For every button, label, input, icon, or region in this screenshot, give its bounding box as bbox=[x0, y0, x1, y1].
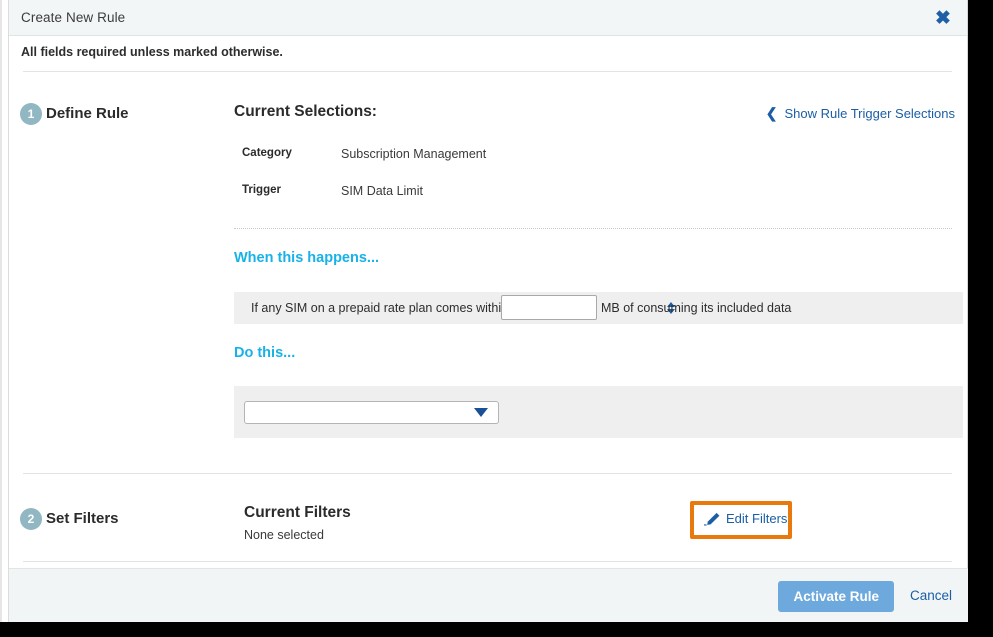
page-left-edge bbox=[0, 0, 2, 637]
screenshot-root: Create New Rule ✖ All fields required un… bbox=[0, 0, 993, 637]
edit-filters-label: Edit Filters bbox=[726, 511, 788, 526]
create-new-rule-dialog: Create New Rule ✖ All fields required un… bbox=[9, 0, 968, 622]
step-1-badge: 1 bbox=[20, 103, 42, 125]
close-icon[interactable]: ✖ bbox=[931, 6, 955, 30]
cancel-button[interactable]: Cancel bbox=[910, 588, 952, 603]
when-condition-text-suffix: MB of consuming its included data bbox=[601, 301, 792, 315]
selection-value-category: Subscription Management bbox=[341, 147, 487, 161]
action-select[interactable] bbox=[244, 401, 499, 424]
browser-right-chrome bbox=[968, 0, 993, 637]
divider-middle bbox=[23, 473, 952, 474]
divider-top bbox=[23, 71, 952, 72]
threshold-stepper[interactable] bbox=[501, 295, 675, 320]
selection-key-category: Category bbox=[242, 147, 292, 159]
activate-rule-button[interactable]: Activate Rule bbox=[778, 581, 894, 612]
selection-key-trigger: Trigger bbox=[242, 184, 281, 196]
triangle-down-icon[interactable] bbox=[474, 408, 488, 417]
when-this-happens-heading: When this happens... bbox=[234, 250, 380, 266]
edit-filters-button[interactable]: Edit Filters bbox=[704, 511, 787, 526]
chevron-left-icon: ❮ bbox=[765, 104, 778, 121]
when-condition-text-prefix: If any SIM on a prepaid rate plan comes … bbox=[251, 301, 509, 315]
dialog-footer: Activate Rule Cancel bbox=[9, 568, 968, 622]
dialog-title: Create New Rule bbox=[21, 10, 126, 25]
dialog-header: Create New Rule ✖ bbox=[9, 0, 967, 36]
pencil-icon bbox=[704, 512, 720, 525]
do-this-heading: Do this... bbox=[234, 345, 296, 361]
show-rule-trigger-selections-link[interactable]: ❮ Show Rule Trigger Selections bbox=[765, 104, 955, 122]
show-rule-trigger-selections-label: Show Rule Trigger Selections bbox=[784, 106, 955, 121]
required-fields-note: All fields required unless marked otherw… bbox=[21, 45, 283, 59]
browser-bottom-chrome bbox=[0, 622, 993, 637]
current-filters-value: None selected bbox=[244, 528, 324, 542]
dotted-divider bbox=[234, 228, 952, 229]
step-1-label: Define Rule bbox=[46, 105, 129, 122]
step-2-label: Set Filters bbox=[46, 510, 119, 527]
selection-value-trigger: SIM Data Limit bbox=[341, 184, 423, 198]
current-filters-title: Current Filters bbox=[244, 504, 351, 521]
divider-bottom bbox=[23, 561, 952, 562]
current-selections-title: Current Selections: bbox=[234, 103, 377, 120]
step-2-badge: 2 bbox=[20, 508, 42, 530]
